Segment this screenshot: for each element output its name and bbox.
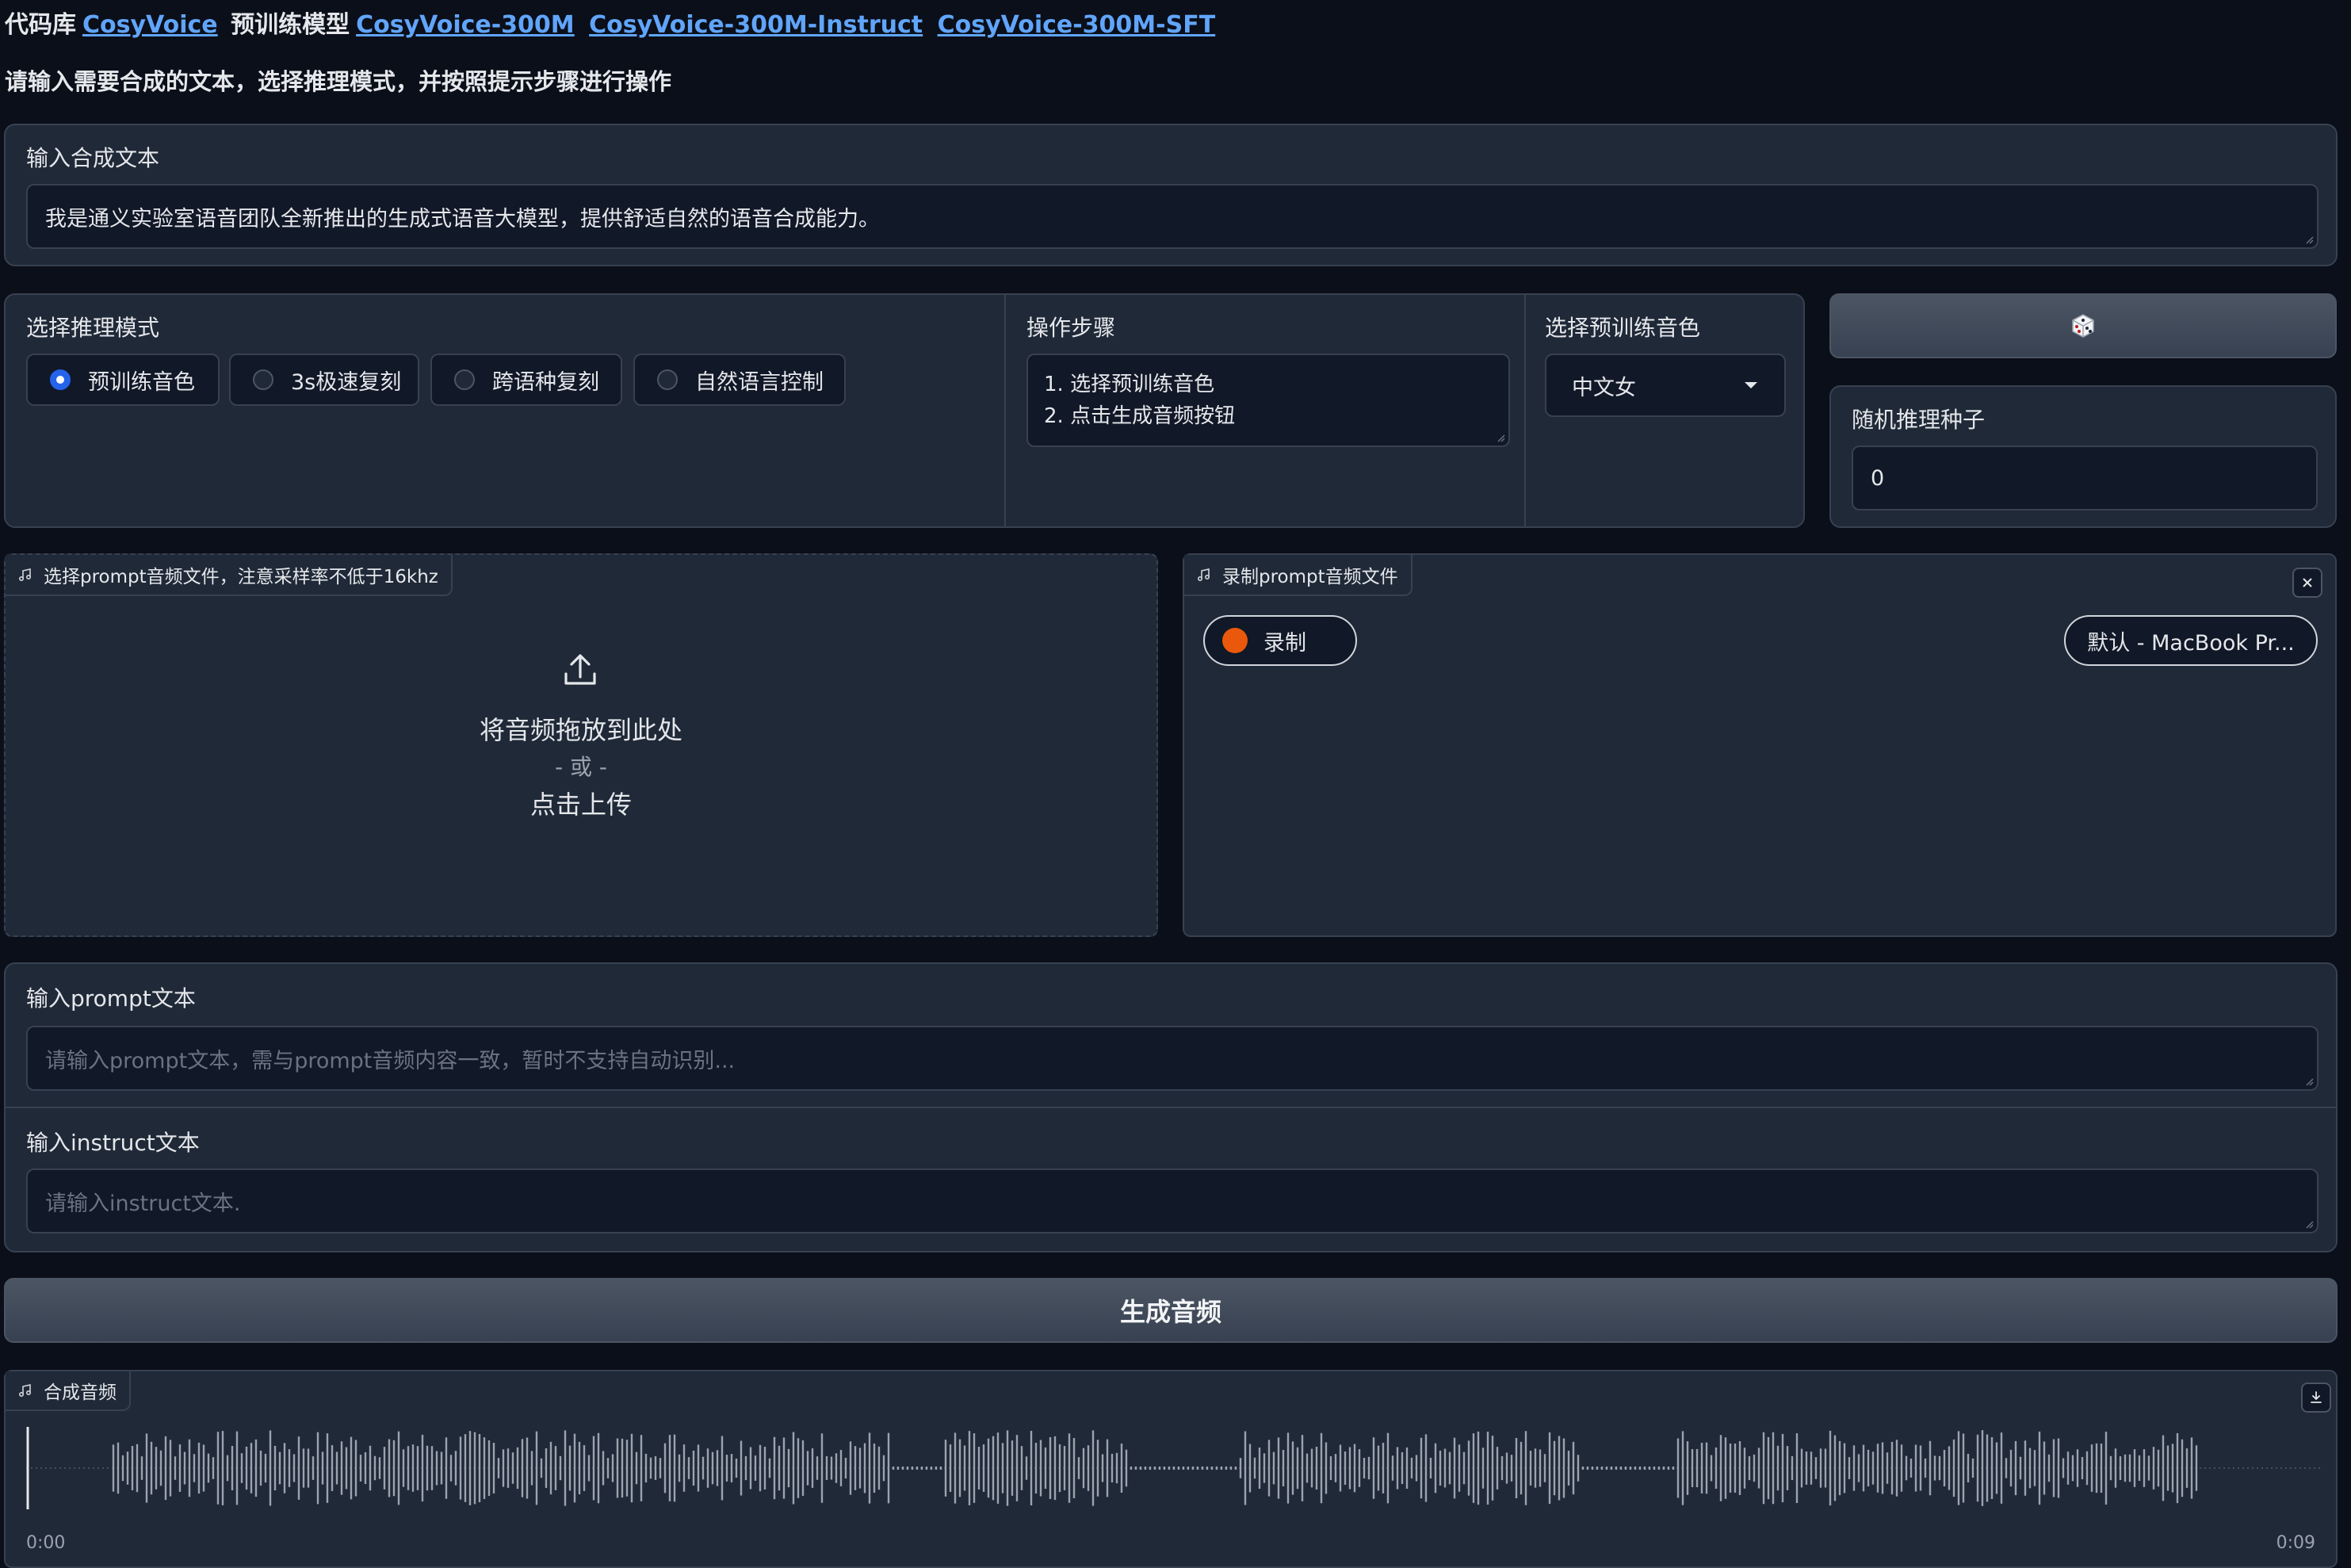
voice-dropdown[interactable]: 中文女 <box>1545 354 1786 417</box>
divider <box>1524 295 1526 526</box>
repo-link[interactable]: CosyVoice <box>82 11 218 39</box>
model-link-instruct[interactable]: CosyVoice-300M-Instruct <box>589 11 923 39</box>
step-line-1: 1. 选择预训练音色 <box>1044 373 1215 396</box>
music-note-icon <box>18 1384 32 1398</box>
prompt-upload-tag: 选择prompt音频文件，注意采样率不低于16khz <box>6 555 453 596</box>
record-button[interactable]: 录制 <box>1203 615 1357 666</box>
seed-value: 0 <box>1871 465 1885 491</box>
voice-value: 中文女 <box>1572 375 1636 400</box>
synth-text-input[interactable]: 我是通义实验室语音团队全新推出的生成式语音大模型，提供舒适自然的语音合成能力。 <box>26 184 2319 249</box>
radio-icon <box>253 369 273 390</box>
radio-selected-icon <box>50 369 71 390</box>
prompt-record-panel: 录制prompt音频文件 录制 默认 - MacBook Pr... <box>1183 553 2337 937</box>
mode-option-label: 3s极速复刻 <box>291 369 402 395</box>
mode-option-cross-lingual[interactable]: 跨语种复刻 <box>430 354 622 406</box>
prompt-text-placeholder: 请输入prompt文本，需与prompt音频内容一致，暂时不支持自动识别... <box>45 1048 736 1073</box>
instruct-text-placeholder: 请输入instruct文本. <box>45 1191 241 1216</box>
resize-handle-icon[interactable] <box>2304 1219 2314 1229</box>
prompt-upload-tag-label: 选择prompt音频文件，注意采样率不低于16khz <box>44 567 438 587</box>
random-seed-button[interactable] <box>1829 293 2337 358</box>
close-icon <box>2303 578 2312 587</box>
microphone-select[interactable]: 默认 - MacBook Pr... <box>2064 615 2318 666</box>
mode-panel: 选择推理模式 预训练音色 3s极速复刻 跨语种复刻 自然语言控制 操作步骤 1.… <box>4 293 1805 528</box>
mode-option-label: 跨语种复刻 <box>492 369 599 395</box>
instruction-text: 请输入需要合成的文本，选择推理模式，并按照提示步骤进行操作 <box>5 68 672 95</box>
music-note-icon <box>1197 568 1210 582</box>
synth-text-label: 输入合成文本 <box>26 145 160 171</box>
mode-option-label: 预训练音色 <box>88 369 195 395</box>
prompt-record-tag: 录制prompt音频文件 <box>1184 555 1413 596</box>
instruct-text-input[interactable]: 请输入instruct文本. <box>26 1168 2319 1233</box>
pretrained-label: 预训练模型 <box>231 11 350 39</box>
generate-button[interactable]: 生成音频 <box>4 1278 2338 1343</box>
radio-icon <box>454 369 475 390</box>
radio-icon <box>657 369 678 390</box>
chevron-down-icon <box>1745 382 1757 388</box>
steps-label: 操作步骤 <box>1026 315 1116 341</box>
or-text: - 或 - <box>554 754 607 780</box>
prompt-text-label: 输入prompt文本 <box>26 985 196 1012</box>
resize-handle-icon[interactable] <box>1496 433 1505 442</box>
instruct-text-label: 输入instruct文本 <box>26 1130 200 1156</box>
waveform[interactable] <box>26 1427 2320 1509</box>
mode-option-3s-clone[interactable]: 3s极速复刻 <box>229 354 419 406</box>
prompt-record-tag-label: 录制prompt音频文件 <box>1222 567 1398 587</box>
prompt-instruct-panel: 输入prompt文本 请输入prompt文本，需与prompt音频内容一致，暂时… <box>4 962 2338 1252</box>
music-note-icon <box>18 568 32 582</box>
model-link-sft[interactable]: CosyVoice-300M-SFT <box>938 11 1216 39</box>
time-end: 0:09 <box>2276 1533 2315 1553</box>
voice-label: 选择预训练音色 <box>1545 315 1701 341</box>
mode-label: 选择推理模式 <box>26 315 160 341</box>
synth-text-value: 我是通义实验室语音团队全新推出的生成式语音大模型，提供舒适自然的语音合成能力。 <box>45 206 880 231</box>
output-audio-panel: 合成音频 0:00 0:09 <box>4 1370 2338 1568</box>
mode-option-instruct[interactable]: 自然语言控制 <box>633 354 846 406</box>
output-audio-tag: 合成音频 <box>6 1371 131 1411</box>
record-label: 录制 <box>1263 630 1306 656</box>
divider <box>1004 295 1006 526</box>
download-button[interactable] <box>2301 1383 2331 1413</box>
header-links: 代码库 CosyVoice 预训练模型 CosyVoice-300M CosyVoi… <box>5 5 1215 40</box>
prompt-upload-panel[interactable]: 选择prompt音频文件，注意采样率不低于16khz 将音频拖放到此处 - 或 … <box>4 553 1158 937</box>
resize-handle-icon[interactable] <box>2304 235 2314 244</box>
seed-panel: 随机推理种子 0 <box>1829 385 2337 528</box>
record-dot-icon <box>1222 628 1248 653</box>
dice-icon <box>2072 314 2094 338</box>
click-upload-text: 点击上传 <box>529 790 632 820</box>
prompt-text-input[interactable]: 请输入prompt文本，需与prompt音频内容一致，暂时不支持自动识别... <box>26 1026 2319 1091</box>
mode-option-label: 自然语言控制 <box>695 369 824 395</box>
time-start: 0:00 <box>26 1533 66 1553</box>
divider <box>6 1107 2336 1108</box>
model-link-300m[interactable]: CosyVoice-300M <box>356 11 575 39</box>
seed-input[interactable]: 0 <box>1852 446 2318 511</box>
step-line-2: 2. 点击生成音频按钮 <box>1044 404 1236 428</box>
repo-label: 代码库 <box>5 11 76 39</box>
seed-label: 随机推理种子 <box>1852 407 1986 433</box>
output-audio-tag-label: 合成音频 <box>44 1383 117 1403</box>
synth-text-panel: 输入合成文本 我是通义实验室语音团队全新推出的生成式语音大模型，提供舒适自然的语… <box>4 124 2338 266</box>
steps-textbox[interactable]: 1. 选择预训练音色 2. 点击生成音频按钮 <box>1026 354 1510 447</box>
microphone-device: 默认 - MacBook Pr... <box>2087 630 2295 656</box>
upload-icon <box>564 654 596 685</box>
clear-button[interactable] <box>2292 568 2322 598</box>
resize-handle-icon[interactable] <box>2304 1077 2314 1086</box>
drop-text: 将音频拖放到此处 <box>479 715 682 745</box>
mode-option-pretrained[interactable]: 预训练音色 <box>26 354 220 406</box>
download-icon <box>2311 1391 2322 1403</box>
